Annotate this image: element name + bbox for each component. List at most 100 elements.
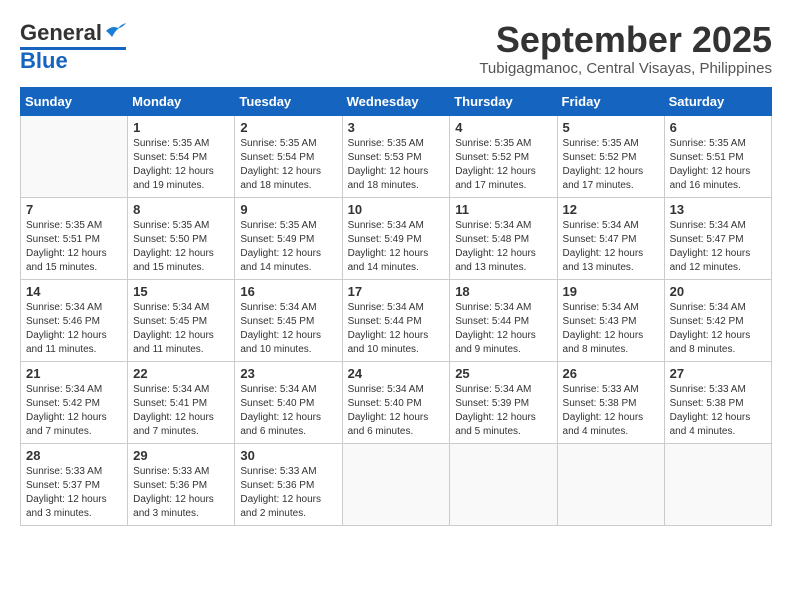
calendar-day-cell: 16 Sunrise: 5:34 AMSunset: 5:45 PMDayligh… <box>235 279 342 361</box>
calendar-day-cell: 29 Sunrise: 5:33 AMSunset: 5:36 PMDayligh… <box>128 443 235 525</box>
day-number: 8 <box>133 202 229 217</box>
calendar-day-cell: 25Sunrise: 5:34 AMSunset: 5:39 PMDayligh… <box>450 361 557 443</box>
calendar-day-cell: 18 Sunrise: 5:34 AMSunset: 5:44 PMDayligh… <box>450 279 557 361</box>
day-info: Sunrise: 5:35 AMSunset: 5:54 PMDaylight:… <box>133 137 229 193</box>
calendar-day-cell: 21 Sunrise: 5:34 AMSunset: 5:42 PMDayligh… <box>21 361 128 443</box>
day-info: Sunrise: 5:33 AMSunset: 5:36 PMDaylight:… <box>133 465 229 521</box>
day-info: Sunrise: 5:33 AMSunset: 5:38 PMDaylight:… <box>563 383 659 439</box>
day-number: 17 <box>348 284 445 299</box>
calendar-day-cell: 20 Sunrise: 5:34 AMSunset: 5:42 PMDayligh… <box>664 279 771 361</box>
title-block: September 2025 Tubigagmanoc, Central Vis… <box>479 20 772 77</box>
calendar-week-row: 7 Sunrise: 5:35 AMSunset: 5:51 PMDaylight… <box>21 197 772 279</box>
day-info: Sunrise: 5:34 AMSunset: 5:47 PMDaylight:… <box>670 219 766 275</box>
day-info: Sunrise: 5:34 AMSunset: 5:40 PMDaylight:… <box>240 383 336 439</box>
weekday-header-sunday: Sunday <box>21 87 128 115</box>
calendar-week-row: 28Sunrise: 5:33 AMSunset: 5:37 PMDayligh… <box>21 443 772 525</box>
day-info: Sunrise: 5:34 AMSunset: 5:44 PMDaylight:… <box>455 301 551 357</box>
calendar-day-cell: 7 Sunrise: 5:35 AMSunset: 5:51 PMDaylight… <box>21 197 128 279</box>
day-info: Sunrise: 5:35 AMSunset: 5:50 PMDaylight:… <box>133 219 229 275</box>
day-info: Sunrise: 5:35 AMSunset: 5:52 PMDaylight:… <box>563 137 659 193</box>
day-number: 13 <box>670 202 766 217</box>
weekday-header-tuesday: Tuesday <box>235 87 342 115</box>
day-number: 24 <box>348 366 445 381</box>
day-number: 23 <box>240 366 336 381</box>
day-info: Sunrise: 5:34 AMSunset: 5:42 PMDaylight:… <box>26 383 122 439</box>
day-info: Sunrise: 5:33 AMSunset: 5:37 PMDaylight:… <box>26 465 122 521</box>
calendar-day-cell: 9Sunrise: 5:35 AMSunset: 5:49 PMDaylight… <box>235 197 342 279</box>
logo-bird-icon <box>104 23 126 39</box>
day-number: 21 <box>26 366 122 381</box>
day-number: 1 <box>133 120 229 135</box>
calendar-day-cell: 11 Sunrise: 5:34 AMSunset: 5:48 PMDayligh… <box>450 197 557 279</box>
calendar-day-cell: 5 Sunrise: 5:35 AMSunset: 5:52 PMDaylight… <box>557 115 664 197</box>
day-info: Sunrise: 5:34 AMSunset: 5:46 PMDaylight:… <box>26 301 122 357</box>
day-info: Sunrise: 5:34 AMSunset: 5:40 PMDaylight:… <box>348 383 445 439</box>
day-info: Sunrise: 5:33 AMSunset: 5:36 PMDaylight:… <box>240 465 336 521</box>
day-number: 12 <box>563 202 659 217</box>
day-info: Sunrise: 5:34 AMSunset: 5:48 PMDaylight:… <box>455 219 551 275</box>
day-number: 25 <box>455 366 551 381</box>
day-info: Sunrise: 5:35 AMSunset: 5:52 PMDaylight:… <box>455 137 551 193</box>
calendar-week-row: 1 Sunrise: 5:35 AMSunset: 5:54 PMDaylight… <box>21 115 772 197</box>
day-number: 18 <box>455 284 551 299</box>
calendar-day-cell: 8 Sunrise: 5:35 AMSunset: 5:50 PMDaylight… <box>128 197 235 279</box>
day-info: Sunrise: 5:34 AMSunset: 5:42 PMDaylight:… <box>670 301 766 357</box>
day-number: 14 <box>26 284 122 299</box>
day-number: 27 <box>670 366 766 381</box>
calendar-header-row: SundayMondayTuesdayWednesdayThursdayFrid… <box>21 87 772 115</box>
calendar-day-cell: 23 Sunrise: 5:34 AMSunset: 5:40 PMDayligh… <box>235 361 342 443</box>
day-number: 30 <box>240 448 336 463</box>
location-title: Tubigagmanoc, Central Visayas, Philippin… <box>479 60 772 77</box>
day-number: 10 <box>348 202 445 217</box>
calendar-table: SundayMondayTuesdayWednesdayThursdayFrid… <box>20 87 772 526</box>
day-number: 16 <box>240 284 336 299</box>
calendar-day-cell <box>664 443 771 525</box>
day-number: 29 <box>133 448 229 463</box>
day-info: Sunrise: 5:34 AMSunset: 5:44 PMDaylight:… <box>348 301 445 357</box>
logo-blue: Blue <box>20 50 68 72</box>
day-number: 4 <box>455 120 551 135</box>
day-number: 19 <box>563 284 659 299</box>
day-number: 3 <box>348 120 445 135</box>
day-info: Sunrise: 5:34 AMSunset: 5:41 PMDaylight:… <box>133 383 229 439</box>
logo: General Blue <box>20 20 126 72</box>
day-info: Sunrise: 5:34 AMSunset: 5:45 PMDaylight:… <box>240 301 336 357</box>
page-header: General Blue September 2025 Tubigagmanoc… <box>20 20 772 77</box>
weekday-header-saturday: Saturday <box>664 87 771 115</box>
weekday-header-thursday: Thursday <box>450 87 557 115</box>
day-number: 7 <box>26 202 122 217</box>
calendar-day-cell: 17 Sunrise: 5:34 AMSunset: 5:44 PMDayligh… <box>342 279 450 361</box>
logo-general: General <box>20 20 102 46</box>
calendar-week-row: 14 Sunrise: 5:34 AMSunset: 5:46 PMDayligh… <box>21 279 772 361</box>
day-info: Sunrise: 5:34 AMSunset: 5:43 PMDaylight:… <box>563 301 659 357</box>
day-number: 22 <box>133 366 229 381</box>
day-info: Sunrise: 5:35 AMSunset: 5:54 PMDaylight:… <box>240 137 336 193</box>
day-number: 6 <box>670 120 766 135</box>
day-number: 26 <box>563 366 659 381</box>
weekday-header-monday: Monday <box>128 87 235 115</box>
calendar-day-cell: 19 Sunrise: 5:34 AMSunset: 5:43 PMDayligh… <box>557 279 664 361</box>
calendar-day-cell: 12 Sunrise: 5:34 AMSunset: 5:47 PMDayligh… <box>557 197 664 279</box>
day-number: 11 <box>455 202 551 217</box>
weekday-header-wednesday: Wednesday <box>342 87 450 115</box>
calendar-day-cell: 27 Sunrise: 5:33 AMSunset: 5:38 PMDayligh… <box>664 361 771 443</box>
day-info: Sunrise: 5:34 AMSunset: 5:47 PMDaylight:… <box>563 219 659 275</box>
day-info: Sunrise: 5:34 AMSunset: 5:49 PMDaylight:… <box>348 219 445 275</box>
day-info: Sunrise: 5:35 AMSunset: 5:51 PMDaylight:… <box>26 219 122 275</box>
calendar-day-cell: 6Sunrise: 5:35 AMSunset: 5:51 PMDaylight… <box>664 115 771 197</box>
calendar-day-cell: 14 Sunrise: 5:34 AMSunset: 5:46 PMDayligh… <box>21 279 128 361</box>
calendar-day-cell <box>557 443 664 525</box>
calendar-day-cell <box>342 443 450 525</box>
day-number: 5 <box>563 120 659 135</box>
calendar-day-cell: 2Sunrise: 5:35 AMSunset: 5:54 PMDaylight… <box>235 115 342 197</box>
calendar-day-cell: 30 Sunrise: 5:33 AMSunset: 5:36 PMDayligh… <box>235 443 342 525</box>
calendar-day-cell: 28Sunrise: 5:33 AMSunset: 5:37 PMDayligh… <box>21 443 128 525</box>
day-info: Sunrise: 5:35 AMSunset: 5:53 PMDaylight:… <box>348 137 445 193</box>
calendar-week-row: 21 Sunrise: 5:34 AMSunset: 5:42 PMDayligh… <box>21 361 772 443</box>
day-number: 9 <box>240 202 336 217</box>
calendar-day-cell: 4 Sunrise: 5:35 AMSunset: 5:52 PMDaylight… <box>450 115 557 197</box>
calendar-day-cell: 3 Sunrise: 5:35 AMSunset: 5:53 PMDaylight… <box>342 115 450 197</box>
day-info: Sunrise: 5:33 AMSunset: 5:38 PMDaylight:… <box>670 383 766 439</box>
day-number: 20 <box>670 284 766 299</box>
month-title: September 2025 <box>479 20 772 60</box>
